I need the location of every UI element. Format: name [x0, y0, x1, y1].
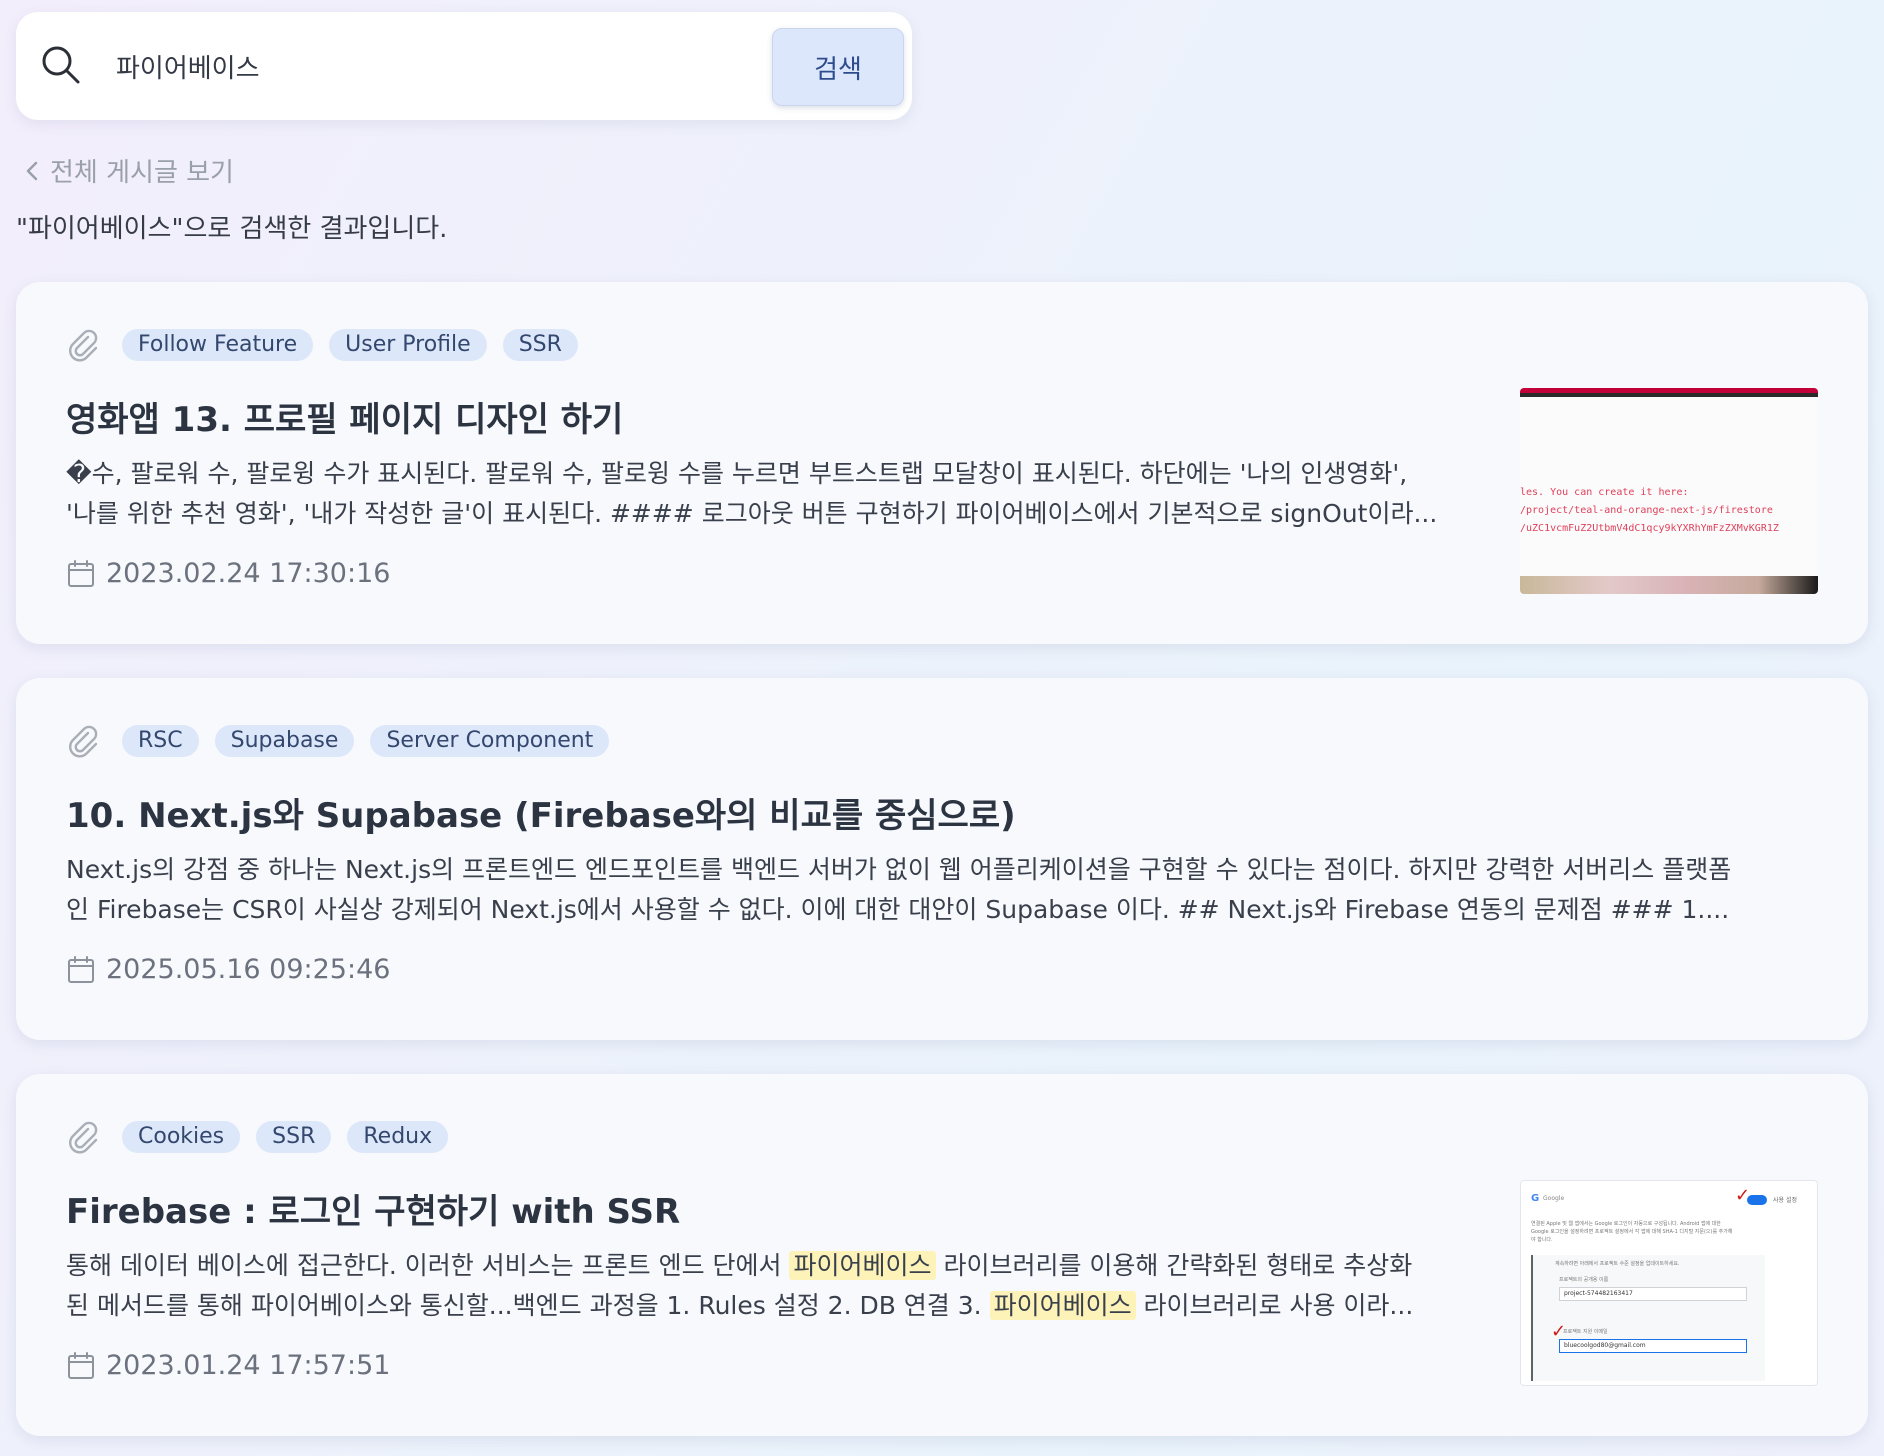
calendar-icon [68, 955, 94, 983]
calendar-icon [68, 1351, 94, 1379]
post-excerpt: Next.js의 강점 중 하나는 Next.js의 프론트엔드 엔드포인트를 … [66, 855, 1732, 924]
result-card[interactable]: Follow Feature User Profile SSR 영화앱 13. … [16, 282, 1868, 644]
thumbnail-code-line: /uZC1vcmFuZ2UtbmV4dC1qcy9kYXRhYmFzZXMvKG… [1520, 523, 1779, 534]
post-date-text: 2023.01.24 17:57:51 [106, 1350, 391, 1381]
thumbnail-text: 야 합니다. [1531, 1237, 1553, 1243]
thumbnail-code-line: /project/teal-and-orange-next-js/firesto… [1520, 505, 1773, 516]
excerpt-text: 통해 데이터 베이스에 접근한다. 이러한 서비스는 프론트 엔드 단에서 [66, 1251, 790, 1280]
thumbnail-header-strip [1520, 393, 1818, 397]
tag-row: Cookies SSR Redux [66, 1120, 449, 1154]
thumbnail-code-line: les. You can create it here: [1520, 487, 1689, 498]
google-logo-icon: G [1531, 1193, 1540, 1204]
post-title[interactable]: 10. Next.js와 Supabase (Firebase와의 비교를 중심… [66, 788, 1016, 837]
search-input[interactable] [116, 42, 776, 90]
thumbnail-field: bluecoolgod80@gmail.com [1559, 1339, 1747, 1353]
tag-row: RSC Supabase Server Component [66, 724, 610, 758]
post-title[interactable]: Firebase : 로그인 구현하기 with SSR [66, 1184, 680, 1233]
search-button[interactable]: 검색 [772, 28, 904, 106]
calendar-icon [68, 559, 94, 587]
result-card[interactable]: Cookies SSR Redux Firebase : 로그인 구현하기 wi… [16, 1074, 1868, 1436]
thumbnail-text: 계속하려면 아래에서 프로젝트 수준 설정을 업데이트하세요. [1555, 1261, 1680, 1267]
post-date: 2025.05.16 09:25:46 [66, 954, 390, 985]
search-icon [42, 46, 80, 84]
thumbnail-text: Google 로그인을 설정하려면 프로젝트 설정에서 각 앱에 대해 SHA-… [1531, 1229, 1733, 1235]
post-date: 2023.01.24 17:57:51 [66, 1350, 390, 1381]
post-excerpt: 통해 데이터 베이스에 접근한다. 이러한 서비스는 프론트 엔드 단에서 파이… [66, 1246, 1506, 1326]
post-excerpt: �수, 팔로워 수, 팔로윙 수가 표시된다. 팔로워 수, 팔로윙 수를 누르… [66, 459, 1438, 528]
post-date-text: 2025.05.16 09:25:46 [106, 954, 391, 985]
search-result-caption: "파이어베이스"으로 검색한 결과입니다. [16, 214, 448, 244]
thumbnail-brand: Google [1543, 1195, 1565, 1202]
back-to-all-posts-link[interactable]: 전체 게시글 보기 [22, 152, 234, 189]
paperclip-icon [69, 329, 98, 362]
thumbnail-text: 연결된 Apple 및 웹 앱에서는 Google 로그인이 자동으로 구성됩니… [1531, 1221, 1721, 1227]
post-thumbnail: G Google ✓ 사용 설정 연결된 Apple 및 웹 앱에서는 Goog… [1520, 1180, 1818, 1386]
thumbnail-toggle-label: 사용 설정 [1773, 1197, 1797, 1204]
tag[interactable]: SSR [502, 329, 578, 361]
search-bar: 검색 [16, 12, 912, 120]
tag[interactable]: Cookies [122, 1121, 241, 1153]
search-term-highlight: 파이어베이스 [789, 1251, 936, 1280]
post-date: 2023.02.24 17:30:16 [66, 558, 390, 589]
tag[interactable]: SSR [256, 1121, 332, 1153]
toggle-icon [1747, 1195, 1767, 1205]
tag[interactable]: Server Component [370, 725, 610, 757]
result-card[interactable]: RSC Supabase Server Component 10. Next.j… [16, 678, 1868, 1040]
paperclip-icon [69, 725, 98, 758]
excerpt-text: 라이브러리로 사용 이라... [1135, 1291, 1414, 1320]
tag-row: Follow Feature User Profile SSR [66, 328, 578, 362]
post-date-text: 2023.02.24 17:30:16 [106, 558, 391, 589]
paperclip-icon [69, 1121, 98, 1154]
tag[interactable]: RSC [122, 725, 199, 757]
tag[interactable]: Follow Feature [122, 329, 314, 361]
tag[interactable]: User Profile [329, 329, 487, 361]
thumbnail-panel: 계속하려면 아래에서 프로젝트 수준 설정을 업데이트하세요. 프로젝트의 공개… [1531, 1255, 1765, 1381]
tag[interactable]: Redux [347, 1121, 449, 1153]
thumbnail-field: project-574482163417 [1559, 1287, 1747, 1301]
post-title[interactable]: 영화앱 13. 프로필 페이지 디자인 하기 [66, 392, 623, 441]
search-term-highlight: 파이어베이스 [989, 1291, 1136, 1320]
thumbnail-bottom-strip [1520, 576, 1818, 594]
thumbnail-text: 프로젝트 지원 이메일 [1563, 1329, 1608, 1335]
back-link-label: 전체 게시글 보기 [50, 158, 234, 188]
tag[interactable]: Supabase [214, 725, 355, 757]
chevron-left-icon [26, 161, 38, 180]
thumbnail-text: 프로젝트의 공개용 이름 [1559, 1277, 1609, 1283]
post-thumbnail: les. You can create it here: /project/te… [1520, 388, 1818, 594]
